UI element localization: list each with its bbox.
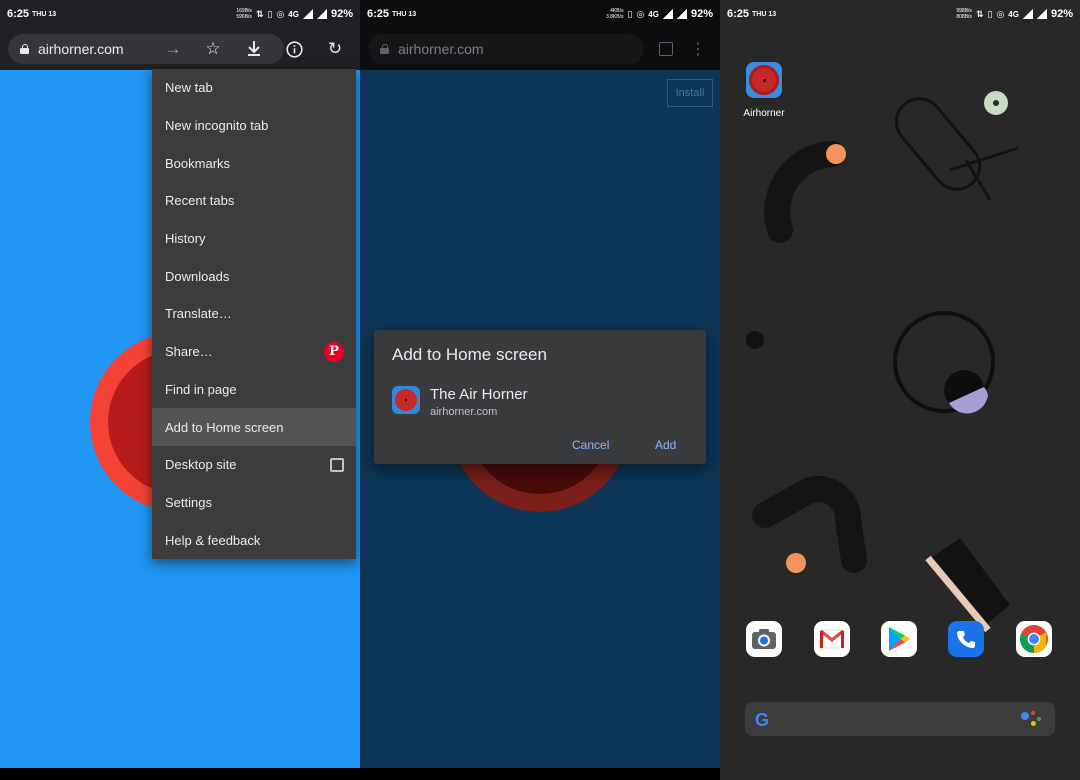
airhorner-app-label: Airhorner xyxy=(743,108,785,119)
menu-item-downloads[interactable]: Downloads xyxy=(152,257,356,295)
status-day: THU 13 xyxy=(752,10,777,18)
screen-chrome-menu: 6:25 THU 13 169B/s 596B/s ⇅ ▯ ◎ 4G 92% a… xyxy=(0,0,360,780)
network-speed: 169B/s 596B/s xyxy=(236,8,252,20)
screen-add-to-home-dialog: 6:25 THU 13 4KB/s 3.8KB/s ▯ ◎ 4G 92% air… xyxy=(360,0,720,780)
google-assistant-icon[interactable] xyxy=(1021,711,1041,729)
dialog-title: Add to Home screen xyxy=(392,345,547,364)
network-type: 4G xyxy=(1008,9,1019,19)
overflow-menu: New tab New incognito tab Bookmarks Rece… xyxy=(152,69,356,559)
network-type: 4G xyxy=(288,9,299,19)
vibrate-icon: ▯ xyxy=(987,8,993,19)
menu-item-bookmarks[interactable]: Bookmarks xyxy=(152,144,356,182)
address-bar[interactable]: airhorner.com xyxy=(368,34,644,64)
url-text: airhorner.com xyxy=(38,41,124,57)
google-g-logo: G xyxy=(755,710,770,730)
battery-level: 92% xyxy=(690,8,713,20)
menu-item-new-tab[interactable]: New tab xyxy=(152,69,356,107)
signal-icon xyxy=(662,9,673,19)
add-to-home-dialog: Add to Home screen The Air Horner airhor… xyxy=(374,330,706,464)
browser-toolbar: airhorner.com → ☆ ↻ xyxy=(0,28,360,70)
signal-icon-2 xyxy=(676,9,687,19)
play-store-icon[interactable] xyxy=(881,621,917,657)
menu-item-new-incognito-tab[interactable]: New incognito tab xyxy=(152,107,356,145)
app-url: airhorner.com xyxy=(430,406,498,418)
install-button[interactable]: Install xyxy=(667,79,713,107)
signal-icon-2 xyxy=(316,9,327,19)
chrome-icon[interactable] xyxy=(1016,621,1052,657)
status-day: THU 13 xyxy=(392,10,417,18)
phone-icon[interactable] xyxy=(948,621,984,657)
status-day: THU 13 xyxy=(32,10,57,18)
status-bar: 6:25 THU 13 998B/s 808B/s ⇅ ▯ ◎ 4G 92% xyxy=(720,0,1080,28)
pinterest-icon[interactable]: P xyxy=(324,341,344,362)
hotspot-icon: ◎ xyxy=(276,8,285,19)
cancel-button[interactable]: Cancel xyxy=(572,438,609,452)
tab-switcher-icon[interactable] xyxy=(653,36,679,62)
screen-home: 6:25 THU 13 998B/s 808B/s ⇅ ▯ ◎ 4G 92% A… xyxy=(720,0,1080,780)
google-search-bar[interactable]: G xyxy=(745,702,1055,736)
menu-item-settings[interactable]: Settings xyxy=(152,484,356,522)
menu-item-desktop-site[interactable]: Desktop site xyxy=(152,446,356,484)
battery-level: 92% xyxy=(330,8,353,20)
status-bar: 6:25 THU 13 169B/s 596B/s ⇅ ▯ ◎ 4G 92% xyxy=(0,0,360,28)
forward-icon[interactable]: → xyxy=(160,36,186,62)
add-button[interactable]: Add xyxy=(655,438,676,452)
status-time: 6:25 xyxy=(367,8,390,20)
menu-item-find-in-page[interactable]: Find in page xyxy=(152,371,356,409)
info-icon[interactable] xyxy=(281,36,307,62)
download-icon[interactable] xyxy=(241,36,267,62)
vibrate-icon: ▯ xyxy=(267,8,273,19)
status-time: 6:25 xyxy=(7,8,30,20)
reload-icon[interactable]: ↻ xyxy=(322,36,348,62)
nav-bar xyxy=(360,768,720,780)
bookmark-star-icon[interactable]: ☆ xyxy=(200,36,226,62)
data-arrows-icon: ⇅ xyxy=(975,8,984,19)
airhorner-app-icon[interactable] xyxy=(746,62,782,98)
network-type: 4G xyxy=(648,9,659,19)
network-speed: 998B/s 808B/s xyxy=(956,8,972,20)
network-speed: 4KB/s 3.8KB/s xyxy=(605,8,624,20)
browser-toolbar: airhorner.com ⋮ xyxy=(360,28,720,70)
lock-icon xyxy=(20,44,29,54)
signal-icon-2 xyxy=(1036,9,1047,19)
battery-level: 92% xyxy=(1050,8,1073,20)
menu-item-history[interactable]: History xyxy=(152,220,356,258)
status-time: 6:25 xyxy=(727,8,750,20)
app-name-field[interactable]: The Air Horner xyxy=(430,386,528,403)
signal-icon xyxy=(302,9,313,19)
menu-item-add-to-home-screen[interactable]: Add to Home screen xyxy=(152,408,356,446)
desktop-site-checkbox[interactable] xyxy=(330,457,344,472)
nav-bar xyxy=(0,768,360,780)
camera-icon[interactable] xyxy=(746,621,782,657)
airhorner-app-icon xyxy=(392,386,420,414)
url-text: airhorner.com xyxy=(398,41,484,57)
vibrate-icon: ▯ xyxy=(627,8,633,19)
menu-item-translate[interactable]: Translate… xyxy=(152,295,356,333)
gmail-icon[interactable] xyxy=(814,621,850,657)
hotspot-icon: ◎ xyxy=(636,8,645,19)
menu-item-share[interactable]: Share… P xyxy=(152,333,356,371)
signal-icon xyxy=(1022,9,1033,19)
menu-item-recent-tabs[interactable]: Recent tabs xyxy=(152,182,356,220)
status-bar: 6:25 THU 13 4KB/s 3.8KB/s ▯ ◎ 4G 92% xyxy=(360,0,720,28)
data-arrows-icon: ⇅ xyxy=(255,8,264,19)
hotspot-icon: ◎ xyxy=(996,8,1005,19)
menu-item-help-feedback[interactable]: Help & feedback xyxy=(152,521,356,559)
lock-icon xyxy=(380,44,389,54)
more-vert-icon[interactable]: ⋮ xyxy=(685,36,711,62)
